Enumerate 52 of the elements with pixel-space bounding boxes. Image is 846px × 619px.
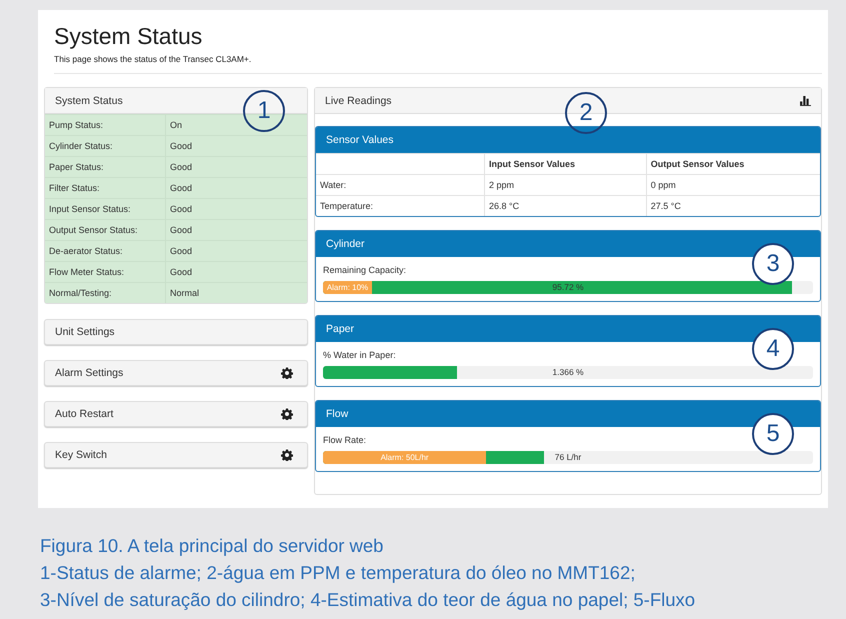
panel-title: Flow — [326, 408, 348, 420]
panel-title: Sensor Values — [326, 134, 394, 146]
status-value: Good — [166, 262, 307, 282]
meter-label: Flow Rate: — [323, 435, 368, 445]
status-label: Paper Status: — [45, 156, 166, 178]
panel-title: Paper — [326, 323, 354, 335]
gear-icon — [281, 367, 293, 379]
settings-button[interactable]: Unit Settings — [44, 319, 308, 345]
status-value: Good — [166, 136, 307, 156]
figure-caption: 1-Status de alarme; 2-água em PPM e temperatura do óleo no MMT162; — [40, 561, 636, 585]
column-header: Output Sensor Values — [646, 154, 820, 174]
status-value: Good — [166, 220, 307, 240]
status-value: Good — [166, 198, 307, 220]
gear-icon — [281, 449, 293, 461]
table-cell: 26.8 °C — [484, 196, 646, 216]
status-label: Cylinder Status: — [45, 136, 166, 156]
figure-caption: Figura 10. A tela principal do servidor web — [40, 534, 384, 558]
page-subtitle: This page shows the status of the Transec CL3AM+. — [54, 54, 252, 64]
row-label: Water: — [316, 174, 484, 196]
meter-label: % Water in Paper: — [323, 350, 397, 360]
page-title: System Status — [53, 22, 204, 50]
gear-icon — [281, 408, 293, 420]
status-label: Normal/Testing: — [45, 282, 166, 303]
status-value: Good — [166, 178, 307, 198]
alarm-segment: Alarm: 50L/hr — [323, 451, 486, 464]
table-cell: 2 ppm — [484, 174, 646, 196]
panel-title: Live Readings — [325, 94, 392, 106]
column-header: Input Sensor Values — [484, 154, 646, 174]
table-cell: 27.5 °C — [646, 196, 820, 216]
status-label: Output Sensor Status: — [45, 220, 166, 240]
status-label: De-aerator Status: — [45, 240, 166, 262]
status-label: Filter Status: — [45, 178, 166, 198]
meter-reading: 95.72 % — [552, 281, 584, 294]
meter-reading: 1.366 % — [552, 366, 584, 379]
table-cell: 0 ppm — [646, 174, 820, 196]
status-label: Input Sensor Status: — [45, 198, 166, 220]
figure-caption: 3-Nível de saturação do cilindro; 4-Estimativa do teor de água no papel; 5-Fluxo — [40, 588, 696, 612]
settings-button[interactable]: Alarm Settings — [44, 360, 308, 386]
status-value: Good — [166, 156, 307, 178]
row-label: Temperature: — [316, 196, 484, 216]
bar-chart-icon[interactable] — [800, 96, 811, 106]
settings-button[interactable]: Auto Restart — [44, 401, 308, 427]
status-value: Good — [166, 240, 307, 262]
alarm-segment: Alarm: 10% — [323, 281, 372, 294]
panel-title: System Status — [55, 94, 123, 106]
status-label: Pump Status: — [45, 114, 166, 136]
status-value: Normal — [166, 282, 307, 303]
panel-title: Cylinder — [326, 238, 365, 250]
meter-label: Remaining Capacity: — [323, 265, 408, 275]
status-label: Flow Meter Status: — [45, 262, 166, 282]
meter-reading: 76 L/hr — [554, 451, 582, 464]
settings-button[interactable]: Key Switch — [44, 442, 308, 468]
